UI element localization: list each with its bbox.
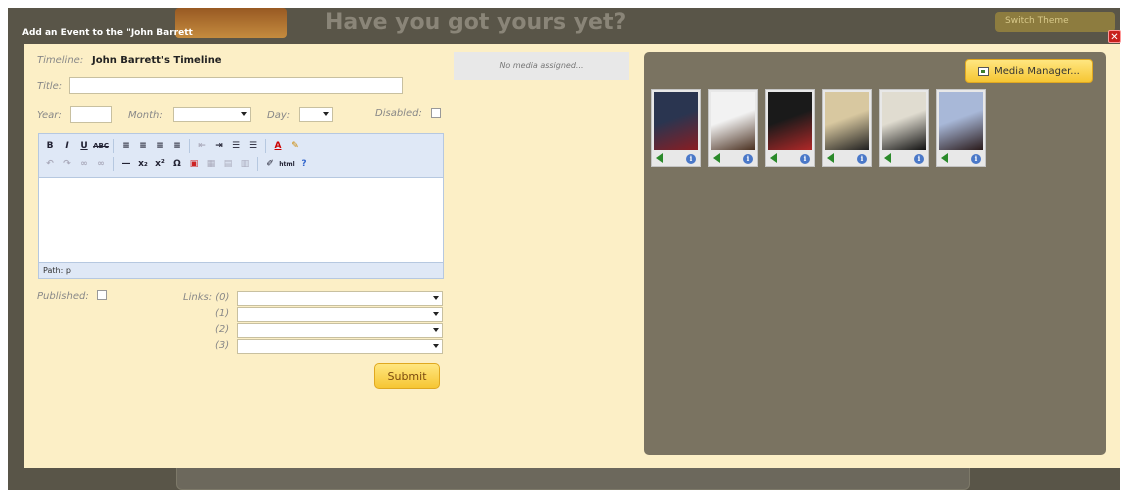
info-icon[interactable]: i <box>686 154 696 164</box>
arrow-left-icon[interactable] <box>827 153 834 163</box>
day-label: Day: <box>267 110 291 121</box>
close-icon[interactable]: ✕ <box>1108 30 1121 43</box>
published-label: Published: <box>37 291 89 302</box>
subscript-icon[interactable]: x₂ <box>136 157 150 171</box>
disabled-checkbox[interactable] <box>431 108 441 118</box>
bullet-list-icon[interactable]: ☰ <box>229 139 243 153</box>
rich-text-editor: B I U ABC ≡ ≡ ≡ ≡ ⇤ ⇥ ☰ ☰ A ✎ ↶ ↷ ∞ ∞ — … <box>38 133 444 279</box>
horizontal-rule-icon[interactable]: — <box>119 157 133 171</box>
media-thumbnail[interactable]: i <box>708 89 758 167</box>
media-thumbnails: iiiiii <box>651 89 986 167</box>
special-char-icon[interactable]: Ω <box>170 157 184 171</box>
table-row-icon[interactable]: ▤ <box>221 157 235 171</box>
superscript-icon[interactable]: x² <box>153 157 167 171</box>
link-select-0[interactable] <box>237 291 443 306</box>
editor-path: Path: p <box>39 262 443 278</box>
strikethrough-button[interactable]: ABC <box>93 139 109 153</box>
font-color-icon[interactable]: A <box>271 139 285 153</box>
link-select-3[interactable] <box>237 339 443 354</box>
info-icon[interactable]: i <box>971 154 981 164</box>
site-tagline: Have you got yours yet? <box>325 10 627 35</box>
arrow-left-icon[interactable] <box>884 153 891 163</box>
link-2-label: (2) <box>215 324 230 335</box>
photo-person-photo <box>882 92 926 150</box>
info-icon[interactable]: i <box>857 154 867 164</box>
numbered-list-icon[interactable]: ☰ <box>246 139 260 153</box>
align-left-icon[interactable]: ≡ <box>119 139 133 153</box>
submit-button[interactable]: Submit <box>374 363 440 389</box>
underline-button[interactable]: U <box>77 139 91 153</box>
dialog-title: Add an Event to the "John Barrett <box>22 28 193 38</box>
media-manager-label: Media Manager... <box>994 65 1080 77</box>
indent-icon[interactable]: ⇥ <box>212 139 226 153</box>
undo-icon[interactable]: ↶ <box>43 157 57 171</box>
info-icon[interactable]: i <box>743 154 753 164</box>
switch-theme-button[interactable]: Switch Theme <box>995 12 1115 32</box>
info-icon[interactable]: i <box>800 154 810 164</box>
photo-cake-photo <box>711 92 755 150</box>
link-3-label: (3) <box>215 340 230 351</box>
align-right-icon[interactable]: ≡ <box>153 139 167 153</box>
media-panel: Media Manager... i i i i i i <box>644 52 1106 455</box>
editor-content-area[interactable] <box>39 178 443 262</box>
link-1-label: (1) <box>215 308 230 319</box>
year-input[interactable] <box>70 106 112 123</box>
arrow-left-icon[interactable] <box>770 153 777 163</box>
timeline-name: John Barrett's Timeline <box>92 55 222 66</box>
media-thumbnail[interactable]: i <box>765 89 815 167</box>
align-center-icon[interactable]: ≡ <box>136 139 150 153</box>
add-event-dialog: Timeline: John Barrett's Timeline Title:… <box>24 44 1120 468</box>
picture-icon <box>978 66 990 76</box>
year-label: Year: <box>37 110 62 121</box>
photo-couple-photo-2 <box>939 92 983 150</box>
media-thumbnail[interactable]: i <box>879 89 929 167</box>
link-select-1[interactable] <box>237 307 443 322</box>
media-manager-button[interactable]: Media Manager... <box>965 59 1093 83</box>
justify-icon[interactable]: ≡ <box>170 139 184 153</box>
media-thumbnail[interactable]: i <box>651 89 701 167</box>
media-thumbnail[interactable]: i <box>936 89 986 167</box>
disabled-label: Disabled: <box>375 108 422 119</box>
backdrop-card <box>176 466 970 490</box>
arrow-left-icon[interactable] <box>656 153 663 163</box>
table-icon[interactable]: ▦ <box>204 157 218 171</box>
title-input[interactable] <box>69 77 403 94</box>
italic-button[interactable]: I <box>60 139 74 153</box>
media-thumbnail[interactable]: i <box>822 89 872 167</box>
html-icon[interactable]: html <box>279 157 294 171</box>
editor-toolbar: B I U ABC ≡ ≡ ≡ ≡ ⇤ ⇥ ☰ ☰ A ✎ ↶ ↷ ∞ ∞ — … <box>39 134 443 178</box>
redo-icon[interactable]: ↷ <box>60 157 74 171</box>
link-select-2[interactable] <box>237 323 443 338</box>
photo-couple-photo-1 <box>825 92 869 150</box>
title-label: Title: <box>37 81 63 92</box>
unlink-icon[interactable]: ∞ <box>94 157 108 171</box>
links-label: Links: (0) <box>183 292 230 303</box>
help-icon[interactable]: ? <box>297 157 311 171</box>
link-icon[interactable]: ∞ <box>77 157 91 171</box>
info-icon[interactable]: i <box>914 154 924 164</box>
highlight-icon[interactable]: ✎ <box>288 139 302 153</box>
arrow-left-icon[interactable] <box>941 153 948 163</box>
photo-group-photo-2 <box>768 92 812 150</box>
day-select[interactable] <box>299 107 333 122</box>
month-select[interactable] <box>173 107 251 122</box>
image-icon[interactable]: ▣ <box>187 157 201 171</box>
published-checkbox[interactable] <box>97 290 107 300</box>
arrow-left-icon[interactable] <box>713 153 720 163</box>
month-label: Month: <box>128 110 163 121</box>
bold-button[interactable]: B <box>43 139 57 153</box>
table-col-icon[interactable]: ▥ <box>238 157 252 171</box>
timeline-label: Timeline: <box>37 55 84 66</box>
photo-group-photo-1 <box>654 92 698 150</box>
outdent-icon[interactable]: ⇤ <box>195 139 209 153</box>
cleanup-icon[interactable]: ✐ <box>263 157 277 171</box>
no-media-notice: No media assigned... <box>454 52 629 80</box>
